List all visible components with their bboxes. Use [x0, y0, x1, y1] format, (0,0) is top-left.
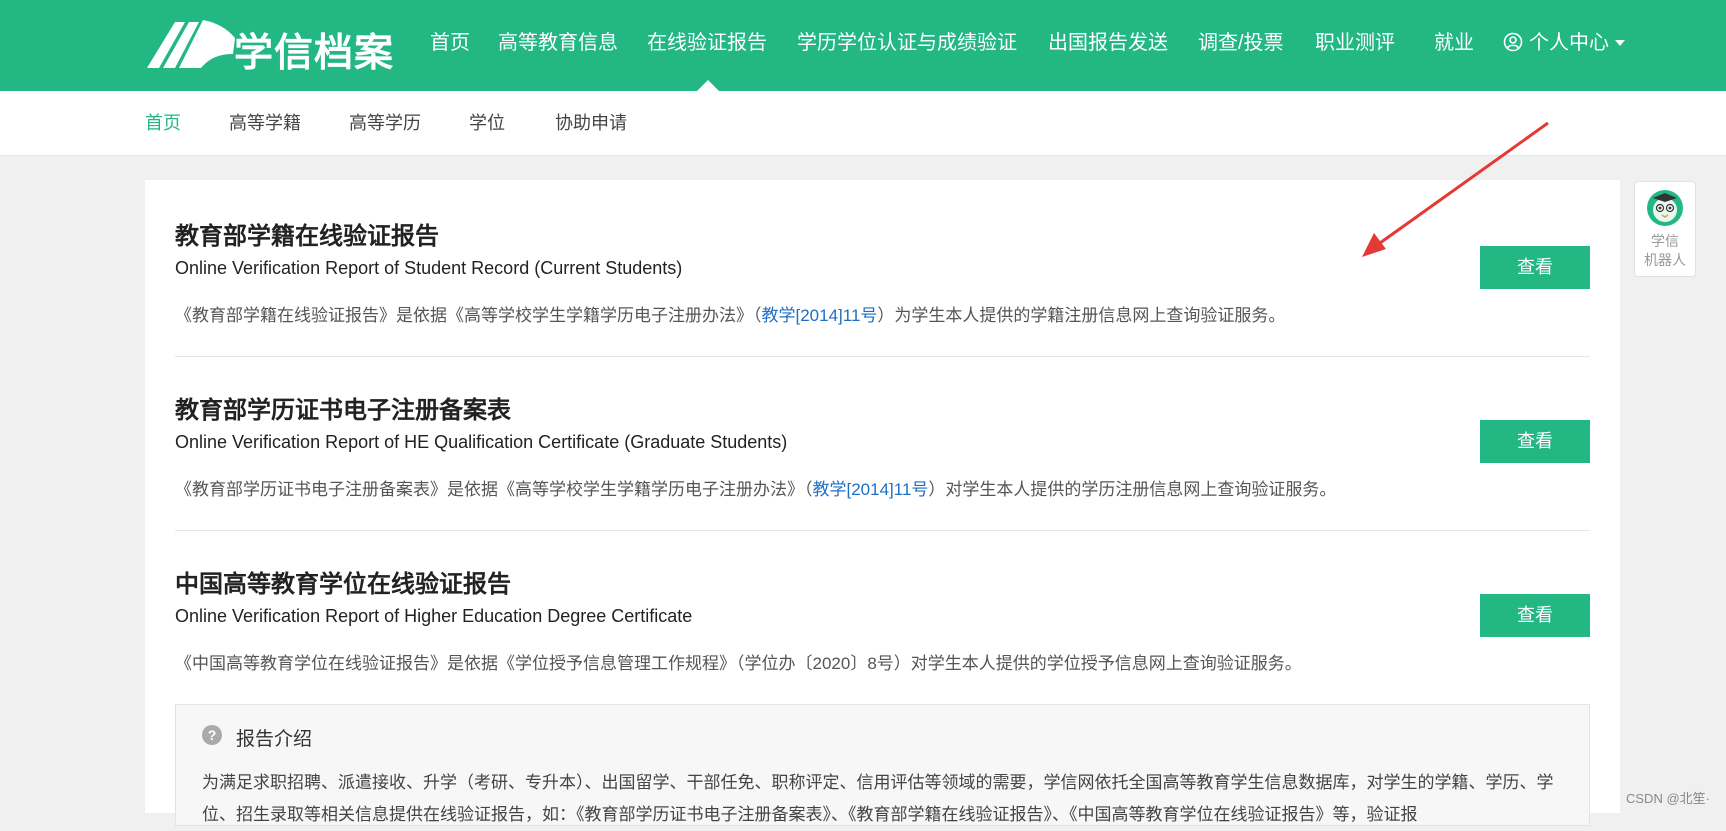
reports-panel: 教育部学籍在线验证报告 Online Verification Report o…	[145, 180, 1620, 826]
xuexin-robot-widget[interactable]: 学信 机器人	[1634, 181, 1696, 277]
logo-book-icon	[147, 20, 235, 68]
nav-survey-vote[interactable]: 调查/投票	[1198, 28, 1284, 58]
report-description: 《中国高等教育学位在线验证报告》是依据《学位授予信息管理工作规程》（学位办〔20…	[175, 649, 1302, 674]
nav-career-assessment[interactable]: 职业测评	[1315, 28, 1395, 58]
report-subtitle: Online Verification Report of HE Qualifi…	[175, 432, 788, 452]
report-item-qualification: 教育部学历证书电子注册备案表 Online Verification Repor…	[175, 390, 1590, 500]
view-button[interactable]: 查看	[1480, 594, 1590, 637]
subnav-assist-application[interactable]: 协助申请	[555, 111, 627, 135]
regulation-link[interactable]: 教学[2014]11号	[762, 306, 878, 325]
description-text: 《教育部学籍在线验证报告》是依据《高等学校学生学籍学历电子注册办法》（	[175, 306, 762, 325]
report-description: 《教育部学籍在线验证报告》是依据《高等学校学生学籍学历电子注册办法》（教学[20…	[175, 301, 1285, 326]
robot-label-line1: 学信	[1651, 233, 1679, 249]
nav-degree-certification[interactable]: 学历学位认证与成绩验证	[797, 28, 1017, 58]
question-icon: ?	[202, 725, 222, 745]
description-text: 《中国高等教育学位在线验证报告》是依据《学位授予信息管理工作规程》（学位办〔20…	[175, 654, 1302, 673]
description-text: 《教育部学历证书电子注册备案表》是依据《高等学校学生学籍学历电子注册办法》（	[175, 480, 813, 499]
intro-title: 报告介绍	[236, 729, 313, 750]
subnav-qualification[interactable]: 高等学历	[349, 111, 421, 135]
annotation-arrow-icon	[1362, 121, 1549, 257]
report-subtitle: Online Verification Report of Higher Edu…	[175, 606, 693, 626]
robot-label-line2: 机器人	[1644, 252, 1686, 268]
report-introduction-box: ? 报告介绍 为满足求职招聘、派遣接收、升学（考研、专升本）、出国留学、干部任免…	[175, 704, 1590, 826]
divider	[175, 356, 1590, 357]
report-title: 教育部学历证书电子注册备案表	[175, 397, 511, 424]
robot-label: 学信 机器人	[1635, 232, 1695, 270]
report-item-degree: 中国高等教育学位在线验证报告 Online Verification Repor…	[175, 564, 1590, 674]
top-navigation-bar: 学信档案 首页 高等教育信息 在线验证报告 学历学位认证与成绩验证 出国报告发送…	[0, 0, 1726, 91]
subnav-degree[interactable]: 学位	[469, 111, 505, 135]
subnav-home[interactable]: 首页	[145, 111, 181, 135]
nav-overseas-report[interactable]: 出国报告发送	[1048, 28, 1168, 58]
report-title: 教育部学籍在线验证报告	[175, 223, 439, 250]
report-description: 《教育部学历证书电子注册备案表》是依据《高等学校学生学籍学历电子注册办法》（教学…	[175, 475, 1336, 500]
description-text: ）对学生本人提供的学历注册信息网上查询验证服务。	[928, 480, 1337, 499]
nav-employment[interactable]: 就业	[1434, 28, 1474, 58]
robot-avatar-icon	[1647, 190, 1683, 226]
subnav-student-record[interactable]: 高等学籍	[229, 111, 301, 135]
watermark: CSDN @北笙·	[1626, 791, 1710, 806]
brand-name: 学信档案	[234, 32, 395, 75]
active-nav-pointer	[697, 80, 719, 91]
description-text: ）为学生本人提供的学籍注册信息网上查询验证服务。	[877, 306, 1286, 325]
intro-text: 为满足求职招聘、派遣接收、升学（考研、专升本）、出国留学、干部任免、职称评定、信…	[202, 773, 1554, 824]
personal-center-label: 个人中心	[1529, 32, 1609, 54]
report-title: 中国高等教育学位在线验证报告	[175, 571, 511, 598]
view-button[interactable]: 查看	[1480, 420, 1590, 463]
caret-down-icon	[1615, 40, 1625, 46]
report-subtitle: Online Verification Report of Student Re…	[175, 258, 683, 278]
nav-online-verification-report[interactable]: 在线验证报告	[647, 28, 767, 58]
user-circle-icon	[1503, 32, 1523, 52]
nav-home[interactable]: 首页	[430, 28, 470, 58]
nav-personal-center[interactable]: 个人中心	[1503, 28, 1625, 58]
divider	[175, 530, 1590, 531]
nav-higher-education-info[interactable]: 高等教育信息	[498, 28, 618, 58]
regulation-link[interactable]: 教学[2014]11号	[813, 480, 929, 499]
